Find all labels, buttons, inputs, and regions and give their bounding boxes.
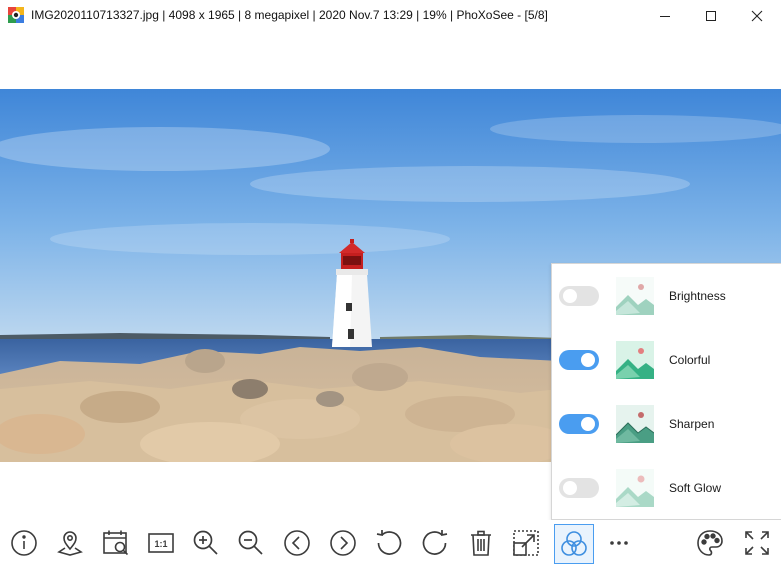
bottom-toolbar: 1:1 [0, 520, 781, 568]
soft-glow-toggle[interactable] [559, 478, 599, 498]
toggle-knob [563, 481, 577, 495]
actual-size-button[interactable]: 1:1 [143, 525, 179, 561]
next-button[interactable] [325, 525, 361, 561]
more-icon [610, 541, 628, 545]
date-search-button[interactable] [98, 525, 134, 561]
arrow-right-circle-icon [330, 530, 356, 556]
landscape-thumbnail-icon [616, 405, 654, 443]
rotate-right-icon [422, 530, 448, 555]
info-icon [11, 530, 37, 556]
effect-row-sharpen[interactable]: Sharpen [552, 392, 781, 456]
resize-icon [513, 530, 539, 556]
previous-button[interactable] [279, 525, 315, 561]
maximize-icon [706, 10, 716, 21]
maximize-button[interactable] [688, 0, 734, 31]
colorful-toggle[interactable] [559, 350, 599, 370]
delete-button[interactable] [463, 525, 499, 561]
fullscreen-icon [745, 531, 769, 555]
trash-icon [471, 530, 491, 556]
brightness-toggle[interactable] [559, 286, 599, 306]
toggle-knob [581, 353, 595, 367]
effect-label: Sharpen [669, 417, 715, 431]
rotate-left-icon [376, 530, 402, 555]
map-pin-icon [57, 531, 83, 556]
fullscreen-button[interactable] [739, 525, 775, 561]
zoom-out-icon [238, 530, 263, 555]
resize-button[interactable] [508, 525, 544, 561]
minimize-button[interactable] [642, 0, 688, 31]
palette-icon [697, 530, 723, 556]
actual-size-label: 1:1 [154, 539, 167, 549]
calendar-search-icon [103, 530, 129, 556]
effects-button[interactable] [554, 524, 594, 564]
close-icon [751, 10, 763, 21]
effect-label: Soft Glow [669, 481, 722, 495]
location-button[interactable] [52, 525, 88, 561]
zoom-out-button[interactable] [233, 525, 269, 561]
one-to-one-icon: 1:1 [148, 533, 174, 553]
toggle-knob [581, 417, 595, 431]
zoom-in-icon [193, 530, 218, 555]
info-button[interactable] [6, 525, 42, 561]
palette-button[interactable] [692, 525, 728, 561]
effect-row-colorful[interactable]: Colorful [552, 328, 781, 392]
arrow-left-circle-icon [284, 530, 310, 556]
minimize-icon [660, 15, 670, 17]
toggle-knob [563, 289, 577, 303]
effect-row-soft-glow[interactable]: Soft Glow [552, 456, 781, 520]
rotate-left-button[interactable] [371, 525, 407, 561]
landscape-thumbnail-icon [616, 469, 654, 507]
effects-icon [561, 531, 587, 556]
effects-panel: Brightness Colorful Sharpen Soft Glow [551, 263, 781, 520]
title-bar: IMG2020110713327.jpg | 4098 x 1965 | 8 m… [0, 0, 781, 31]
close-button[interactable] [734, 0, 780, 31]
window-title: IMG2020110713327.jpg | 4098 x 1965 | 8 m… [31, 8, 548, 22]
sharpen-toggle[interactable] [559, 414, 599, 434]
zoom-in-button[interactable] [188, 525, 224, 561]
more-button[interactable] [601, 525, 637, 561]
landscape-thumbnail-icon [616, 341, 654, 379]
effect-label: Colorful [669, 353, 711, 367]
landscape-thumbnail-icon [616, 277, 654, 315]
effect-row-brightness[interactable]: Brightness [552, 264, 781, 328]
app-logo-icon [8, 7, 24, 23]
effect-label: Brightness [669, 289, 726, 303]
rotate-right-button[interactable] [417, 525, 453, 561]
